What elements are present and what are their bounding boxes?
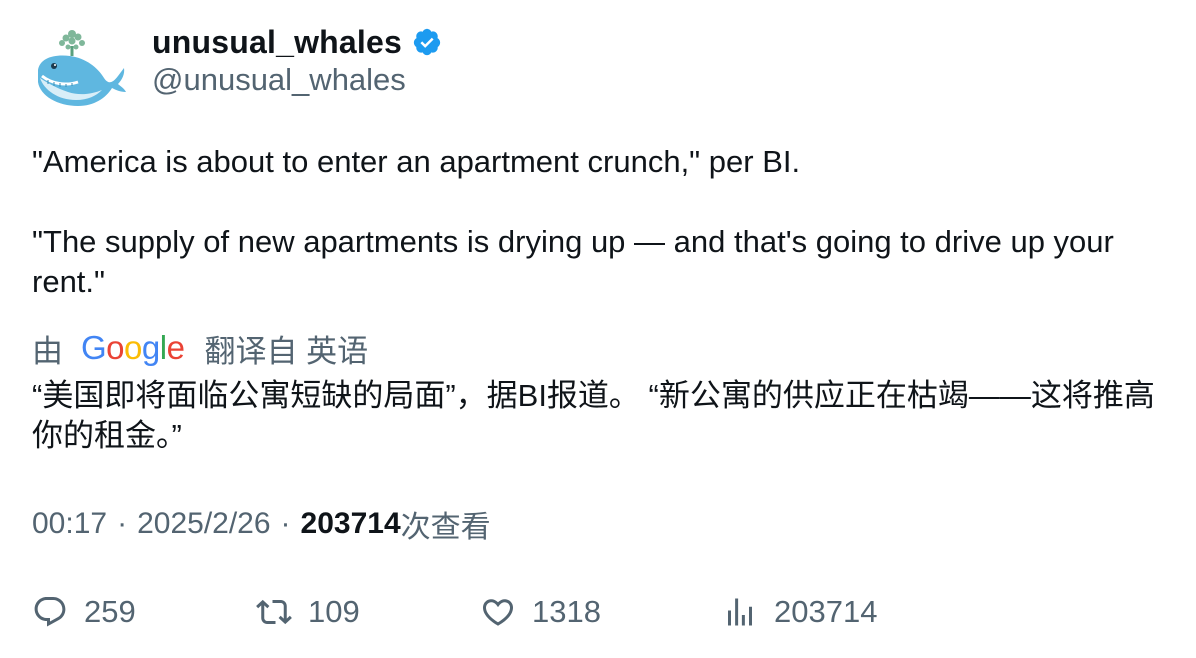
translation-suffix: 翻译自 英语: [204, 333, 369, 369]
analytics-icon: [728, 598, 752, 626]
tweet-text: "America is about to enter an apartment …: [32, 142, 1172, 302]
views-button[interactable]: 203714: [722, 588, 877, 636]
google-logo: Google: [81, 329, 185, 366]
avatar[interactable]: [32, 24, 128, 112]
views-count: 203714: [300, 507, 401, 540]
reply-icon: [34, 597, 66, 627]
display-name[interactable]: unusual_whales: [152, 24, 402, 61]
meta-separator: ·: [280, 507, 291, 540]
author-handle[interactable]: @unusual_whales: [152, 62, 406, 98]
tweet-paragraph: "America is about to enter an apartment …: [32, 144, 801, 179]
tweet-date[interactable]: 2025/2/26: [137, 507, 270, 541]
views-action-count: 203714: [774, 594, 878, 629]
views-label: 次查看: [400, 511, 491, 544]
tweet-paragraph: "The supply of new apartments is drying …: [32, 224, 1114, 299]
verified-badge-icon: [413, 28, 441, 56]
translated-text: “美国即将面临公寓短缺的局面”，据BI报道。 “新公寓的供应正在枯竭——这将推高…: [32, 378, 1155, 453]
action-bar: 259 109 1318 203714: [0, 588, 1196, 636]
retweet-button[interactable]: 109: [256, 588, 360, 636]
reply-count: 259: [84, 594, 136, 629]
author-name-row[interactable]: unusual_whales: [152, 22, 442, 62]
retweet-count: 109: [308, 594, 360, 629]
translation-prefix: 由: [32, 333, 63, 369]
reply-button[interactable]: 259: [32, 588, 136, 636]
like-button[interactable]: 1318: [480, 588, 601, 636]
tweet-time[interactable]: 00:17: [32, 507, 107, 541]
whale-avatar-icon: [38, 30, 126, 106]
tweet-card: unusual_whales @unusual_whales "America …: [0, 0, 1196, 658]
heart-icon: [482, 599, 514, 626]
meta-separator: ·: [117, 507, 128, 540]
tweet-meta: 00:17 · 2025/2/26 · 203714 次查看: [32, 504, 491, 544]
like-count: 1318: [532, 594, 601, 629]
translation-attribution[interactable]: 由 Google 翻译自 英语: [32, 326, 368, 370]
retweet-icon: [256, 599, 292, 625]
